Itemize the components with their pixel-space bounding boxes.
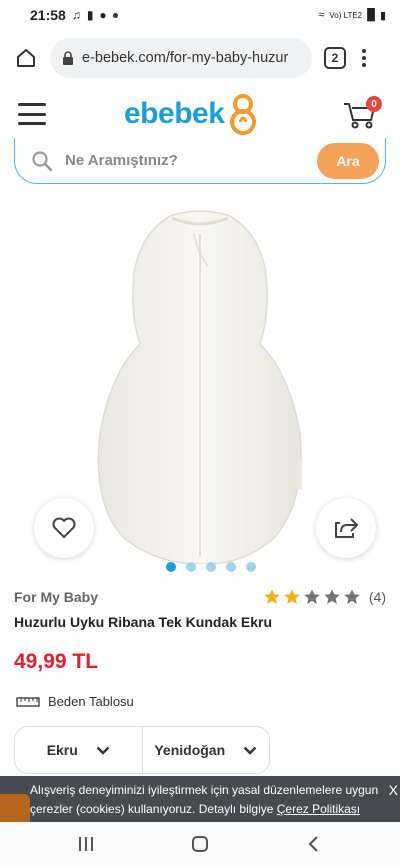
address-bar[interactable]: e-bebek.com/for-my-baby-huzur <box>50 38 312 78</box>
product-title: Huzurlu Uyku Ribana Tek Kundak Ekru <box>14 614 273 630</box>
logo[interactable]: ebebek <box>124 90 260 138</box>
size-select-value: Yenidoğan <box>154 742 226 758</box>
url-text: e-bebek.com/for-my-baby-huzur <box>82 50 289 66</box>
home-icon[interactable] <box>12 44 40 72</box>
cookie-text-line2: çerezler (cookies) kullanıyoruz. Detaylı… <box>30 801 277 816</box>
cookie-close-button[interactable]: X <box>389 780 398 802</box>
cart-badge: 0 <box>366 96 382 112</box>
more-notifications-dot <box>112 12 118 18</box>
logo-text: ebebek <box>124 97 225 130</box>
chevron-down-icon <box>96 746 110 755</box>
rating-count: (4) <box>368 589 386 605</box>
size-table-label: Beden Tablosu <box>48 694 134 709</box>
status-bar: 21:58 ♫ ▮ ● ≈ Vo) LTE2 █ ▮ <box>0 0 400 30</box>
star-icon <box>324 589 340 604</box>
product-gallery[interactable] <box>0 186 400 578</box>
tab-switcher-button[interactable]: 2 <box>324 47 346 69</box>
star-icon <box>304 589 320 604</box>
cookie-text-line2-wrap: çerezler (cookies) kullanıyoruz. Detaylı… <box>30 800 400 819</box>
gallery-dot[interactable] <box>186 562 196 572</box>
gallery-dot[interactable] <box>226 562 236 572</box>
cookie-text-line1: Alışveriş deneyiminizi iyileştirmek için… <box>30 783 379 797</box>
back-icon[interactable] <box>307 835 321 853</box>
gallery-dot[interactable] <box>166 562 176 572</box>
recent-apps-icon[interactable] <box>79 837 94 851</box>
app-icon: ● <box>99 8 107 22</box>
color-select[interactable]: Ekru <box>15 727 142 773</box>
system-icons: ≈ Vo) LTE2 █ ▮ <box>318 9 386 22</box>
cart-button[interactable]: 0 <box>342 96 382 132</box>
product-image <box>97 210 302 564</box>
site-header: ebebek 0 <box>0 86 400 142</box>
chevron-down-icon <box>243 746 257 755</box>
heart-icon <box>52 517 76 538</box>
gallery-pagination <box>166 562 256 572</box>
browser-toolbar: e-bebek.com/for-my-baby-huzur 2 <box>0 30 400 86</box>
system-nav-bar <box>0 822 400 866</box>
product-price: 49,99 TL <box>14 650 99 673</box>
star-icon <box>284 589 300 604</box>
message-icon: ▮ <box>86 8 94 22</box>
search-bar: Ne Aramıştınız? Ara <box>14 138 386 184</box>
network-label: Vo) LTE2 <box>329 10 363 20</box>
star-icon <box>344 589 360 604</box>
search-icon <box>32 150 53 171</box>
variant-selectors: Ekru Yenidoğan <box>14 726 270 774</box>
cookie-policy-link[interactable]: Çerez Politikası <box>277 802 360 816</box>
battery-icon: ▮ <box>379 9 386 22</box>
star-icon <box>264 589 280 604</box>
share-button[interactable] <box>316 498 376 558</box>
gallery-dot[interactable] <box>246 562 256 572</box>
wifi-icon: ≈ <box>318 9 325 21</box>
favorite-button[interactable] <box>34 498 94 558</box>
menu-icon[interactable] <box>362 49 366 67</box>
share-icon <box>335 518 358 538</box>
signal-icon: █ <box>367 9 375 21</box>
home-nav-icon[interactable] <box>191 836 208 852</box>
brand-link[interactable]: For My Baby <box>14 589 98 605</box>
cookie-banner-accent <box>0 794 30 822</box>
ruler-icon <box>16 696 40 707</box>
lock-icon <box>63 51 73 65</box>
search-input[interactable]: Ne Aramıştınız? <box>65 152 178 169</box>
cookie-banner: Alışveriş deneyiminizi iyileştirmek için… <box>0 776 400 822</box>
search-button[interactable]: Ara <box>317 142 379 179</box>
hamburger-icon[interactable] <box>18 103 46 125</box>
color-select-value: Ekru <box>46 742 78 758</box>
logo-mark-icon <box>230 94 257 135</box>
size-select[interactable]: Yenidoğan <box>141 727 270 773</box>
rating[interactable]: (4) <box>263 588 386 606</box>
notification-icon: ♫ <box>71 8 81 22</box>
brand-rating-row: For My Baby (4) <box>14 588 386 606</box>
size-table-link[interactable]: Beden Tablosu <box>16 694 134 709</box>
status-time: 21:58 <box>30 7 66 23</box>
gallery-dot[interactable] <box>206 562 216 572</box>
notification-icons: ♫ ▮ ● <box>72 8 118 22</box>
